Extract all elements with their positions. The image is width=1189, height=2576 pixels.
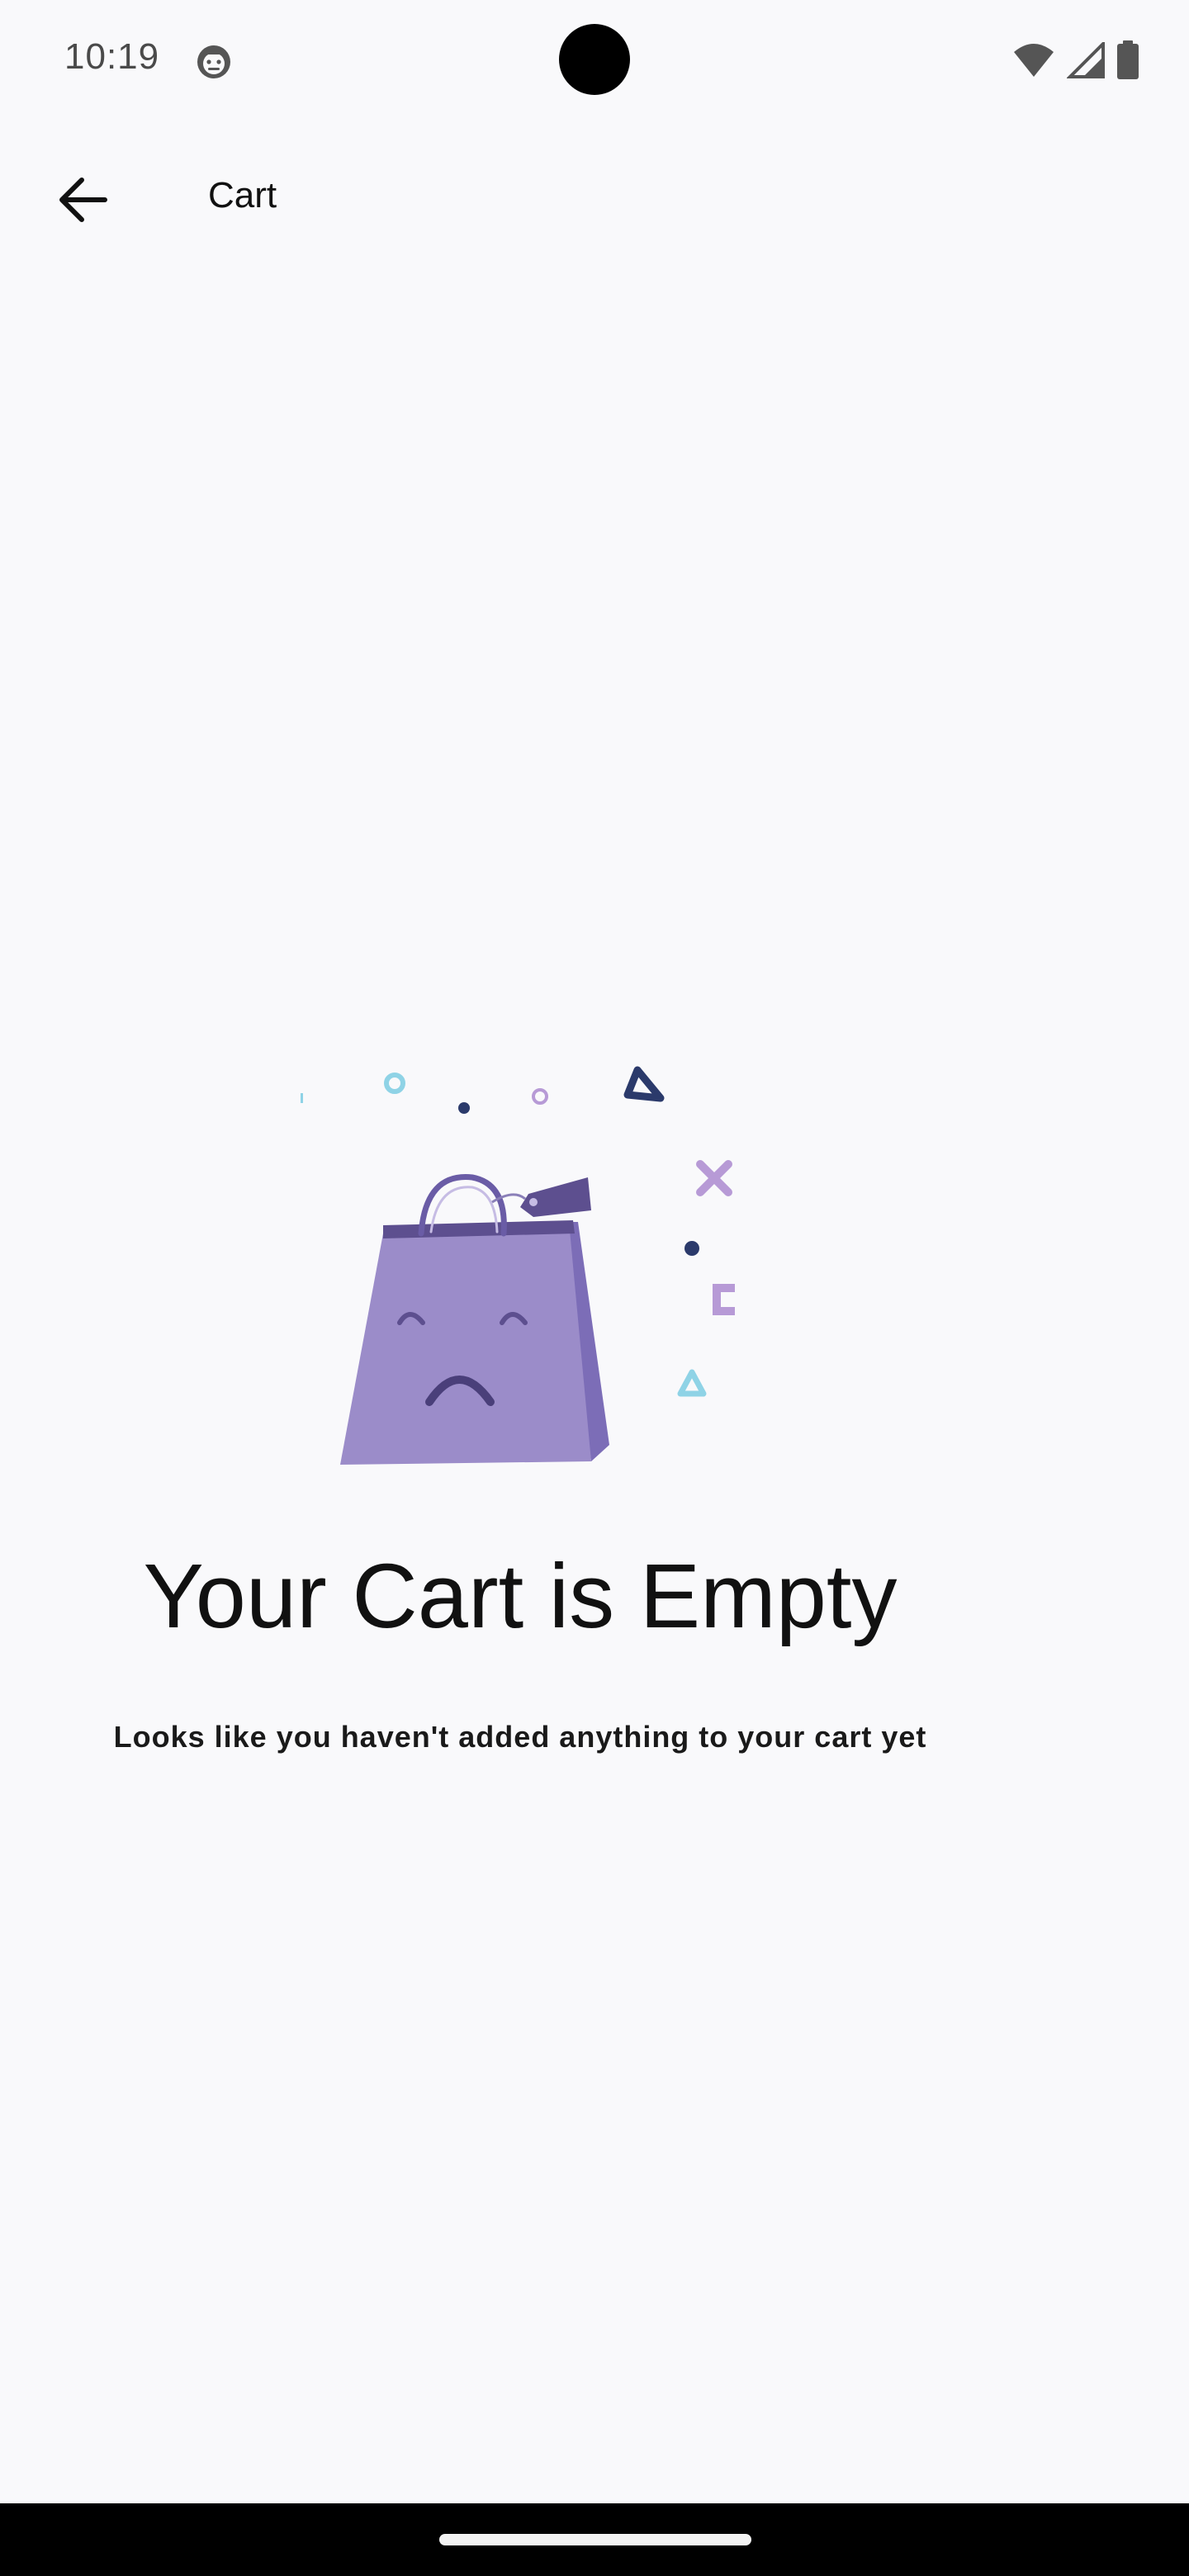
arrow-back-icon [59,178,107,222]
confetti-dot-navy [458,1102,470,1114]
cellular-signal-icon [1067,42,1105,78]
confetti-ring-lilac [532,1088,548,1105]
android-debug-icon [197,45,230,78]
home-gesture-handle[interactable] [439,2534,751,2545]
camera-cutout [559,24,630,95]
confetti-ring-cyan [384,1073,405,1094]
empty-cart-subtitle: Looks like you haven't added anything to… [113,1720,927,1754]
wifi-icon [1014,44,1054,77]
empty-cart-title: Your Cart is Empty [143,1546,898,1647]
confetti-triangle-cyan [677,1369,707,1397]
confetti-triangle-navy [623,1066,665,1102]
app-bar: Cart [0,140,1189,259]
confetti-dot-cyan [301,1093,303,1103]
back-button[interactable] [41,159,124,241]
status-bar: 10:19 [0,0,1189,116]
sad-shopping-bag-illustration [301,1066,735,1465]
bag-body [340,1230,591,1465]
status-time: 10:19 [64,36,160,77]
page-title: Cart [208,175,277,215]
confetti-cross-lilac [696,1160,732,1196]
battery-icon [1117,40,1139,79]
system-nav-bar [0,2503,1189,2576]
bag-tag [520,1177,591,1217]
confetti-dot-navy-2 [685,1241,699,1256]
status-icons [1012,40,1139,81]
bag-tag-hole [529,1198,538,1206]
confetti-bracket-lilac [713,1284,735,1315]
